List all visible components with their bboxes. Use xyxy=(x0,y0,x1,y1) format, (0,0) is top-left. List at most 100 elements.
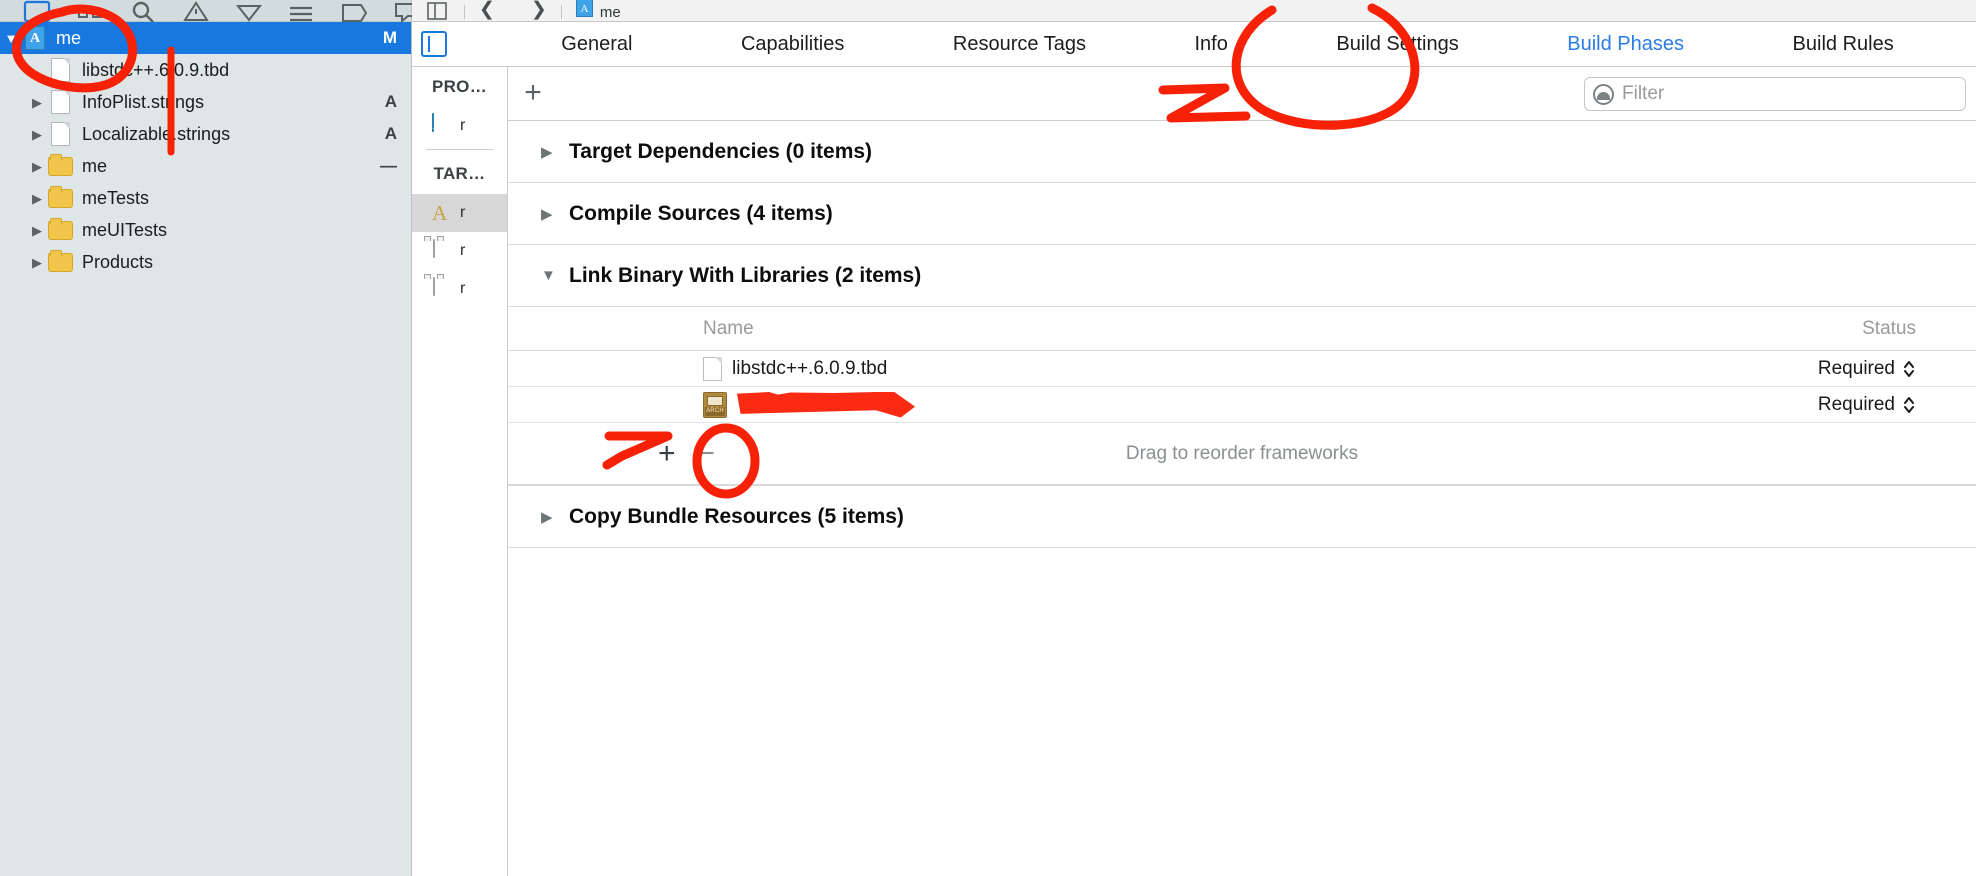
navigator-row[interactable]: libstdc++.6.0.9.tbd xyxy=(0,54,411,86)
phase-title: Copy Bundle Resources (5 items) xyxy=(569,504,904,528)
navigator-row[interactable]: ▶ InfoPlist.strings A xyxy=(0,86,411,118)
item-label: r xyxy=(460,117,466,134)
phase-title: Link Binary With Libraries (2 items) xyxy=(569,263,922,287)
navigator-row-label: me xyxy=(82,155,108,176)
chevron-right-icon[interactable]: ▶ xyxy=(26,160,48,173)
build-phases-pane: + Filter ▶ Target Dependencies (0 items) ▶… xyxy=(508,67,1976,876)
navigator-row[interactable]: ▶ Localizable.strings A xyxy=(0,118,411,150)
column-header-status: Status xyxy=(1862,317,1916,339)
minus-icon[interactable]: − xyxy=(698,438,716,468)
phase-header[interactable]: ▶ Copy Bundle Resources (5 items) xyxy=(508,486,1976,548)
test-navigator-icon[interactable] xyxy=(234,0,262,22)
breadcrumb[interactable]: A me xyxy=(575,0,621,21)
filter-input[interactable]: Filter xyxy=(1584,77,1966,111)
tab-build-phases[interactable]: Build Phases xyxy=(1557,29,1694,60)
status-badge: — xyxy=(380,156,397,175)
status-value: Required xyxy=(1817,357,1895,379)
navigator-row-label: meUITests xyxy=(82,219,168,240)
table-header: Name Status xyxy=(508,307,1976,351)
navigator-toolbar xyxy=(0,0,420,22)
related-items-icon[interactable] xyxy=(426,0,450,21)
build-phases-toolbar: + Filter xyxy=(508,67,1976,121)
debug-navigator-icon[interactable] xyxy=(286,0,313,22)
project-targets-sidebar: PRO… r TAR… r r r xyxy=(412,67,508,876)
folder-icon xyxy=(48,154,74,178)
tab-build-settings[interactable]: Build Settings xyxy=(1326,29,1468,60)
forward-button[interactable]: ❯ xyxy=(531,0,547,21)
tab-general[interactable]: General xyxy=(551,29,642,60)
phase-sections: ▶ Target Dependencies (0 items) ▶ Compile S… xyxy=(508,121,1976,548)
item-label: r xyxy=(460,242,466,259)
status-value: Required xyxy=(1817,393,1895,415)
target-item[interactable]: r xyxy=(412,232,507,270)
status-popup[interactable]: Required xyxy=(1746,358,1976,380)
navigator-row-label: meTests xyxy=(82,187,150,208)
chevron-right-icon[interactable]: ▶ xyxy=(26,192,48,205)
navigator-row[interactable]: ▶ meTests xyxy=(0,182,411,214)
navigator-row[interactable]: ▼ me M xyxy=(0,22,411,54)
tab-resource-tags[interactable]: Resource Tags xyxy=(943,29,1096,60)
project-navigator: ▼ me Mlibstdc++.6.0.9.tbd ▶ InfoPlist.string… xyxy=(0,0,420,876)
target-item[interactable]: r xyxy=(412,194,507,232)
table-row[interactable]: Required xyxy=(508,387,1976,423)
chevron-right-icon[interactable]: ▶ xyxy=(541,143,557,161)
chevron-down-icon[interactable]: ▼ xyxy=(541,267,557,284)
chevron-down-icon[interactable]: ▼ xyxy=(0,32,22,45)
phase-header[interactable]: ▼ Link Binary With Libraries (2 items) xyxy=(508,245,1976,307)
project-item[interactable]: r xyxy=(412,107,507,145)
plus-icon[interactable]: + xyxy=(518,78,548,109)
folder-icon xyxy=(48,186,74,210)
tab-capabilities[interactable]: Capabilities xyxy=(731,29,854,60)
tab-info[interactable]: Info xyxy=(1185,29,1238,60)
status-badge: M xyxy=(382,28,397,47)
chevron-right-icon[interactable]: ▶ xyxy=(541,508,557,526)
file-icon xyxy=(48,122,74,146)
chevron-right-icon[interactable]: ▶ xyxy=(26,256,48,269)
target-item-list[interactable]: r r r xyxy=(412,194,507,308)
project-section-header: PRO… xyxy=(431,77,488,96)
phase-header[interactable]: ▶ Target Dependencies (0 items) xyxy=(508,121,1976,183)
navigator-row-label: InfoPlist.strings xyxy=(82,91,205,112)
source-control-icon[interactable] xyxy=(75,0,102,22)
issue-navigator-icon[interactable] xyxy=(181,0,209,22)
breakpoint-navigator-icon[interactable] xyxy=(339,0,368,22)
stepper-icon[interactable] xyxy=(1902,358,1916,380)
chevron-right-icon[interactable]: ▶ xyxy=(541,205,557,223)
tab-build-rules[interactable]: Build Rules xyxy=(1783,29,1904,60)
status-popup[interactable]: Required xyxy=(1746,394,1976,416)
editor-toolbar: ❮ ❯ A me xyxy=(412,0,1976,22)
table-row[interactable]: libstdc++.6.0.9.tbd Required xyxy=(508,351,1976,387)
chevron-right-icon[interactable]: ▶ xyxy=(26,224,48,237)
redaction-over-library-name xyxy=(737,391,915,418)
editor-area: ❮ ❯ A me General Capabilities Resource Tag… xyxy=(412,0,1976,876)
app-target-icon xyxy=(432,201,456,225)
report-navigator-icon[interactable] xyxy=(392,0,420,22)
navigator-file-list[interactable]: ▼ me Mlibstdc++.6.0.9.tbd ▶ InfoPlist.string… xyxy=(0,22,411,876)
xcode-window: ▼ me Mlibstdc++.6.0.9.tbd ▶ InfoPlist.string… xyxy=(0,0,1976,876)
project-item-list[interactable]: r xyxy=(412,107,507,145)
folder-icon[interactable] xyxy=(22,0,51,22)
plus-icon[interactable]: + xyxy=(658,438,676,468)
status-badge: A xyxy=(384,124,397,143)
chevron-right-icon[interactable]: ▶ xyxy=(26,96,48,109)
back-button[interactable]: ❮ xyxy=(479,0,495,21)
navigator-row-label: Products xyxy=(82,251,154,272)
reorder-hint: Drag to reorder frameworks xyxy=(1125,442,1359,464)
target-editor-tabbar: General Capabilities Resource Tags Info Buil… xyxy=(412,22,1976,67)
search-icon[interactable] xyxy=(128,0,154,22)
phase-header[interactable]: ▶ Compile Sources (4 items) xyxy=(508,183,1976,245)
target-item[interactable]: r xyxy=(412,270,507,308)
item-label: r xyxy=(460,204,466,221)
folder-icon xyxy=(48,250,74,274)
test-bundle-icon xyxy=(432,277,456,301)
navigator-row[interactable]: ▶ Products xyxy=(0,246,411,278)
stepper-icon[interactable] xyxy=(1902,394,1916,416)
navigator-row[interactable]: ▶ me — xyxy=(0,150,411,182)
svg-text:A: A xyxy=(580,3,588,15)
chevron-right-icon[interactable]: ▶ xyxy=(26,128,48,141)
link-binary-table: Name Status libstdc++.6.0.9.tbd Required Req… xyxy=(508,307,1976,486)
breadcrumb-label: me xyxy=(599,4,621,21)
archive-icon xyxy=(703,391,727,418)
navigator-row[interactable]: ▶ meUITests xyxy=(0,214,411,246)
navigator-toggle-icon[interactable] xyxy=(421,31,447,57)
